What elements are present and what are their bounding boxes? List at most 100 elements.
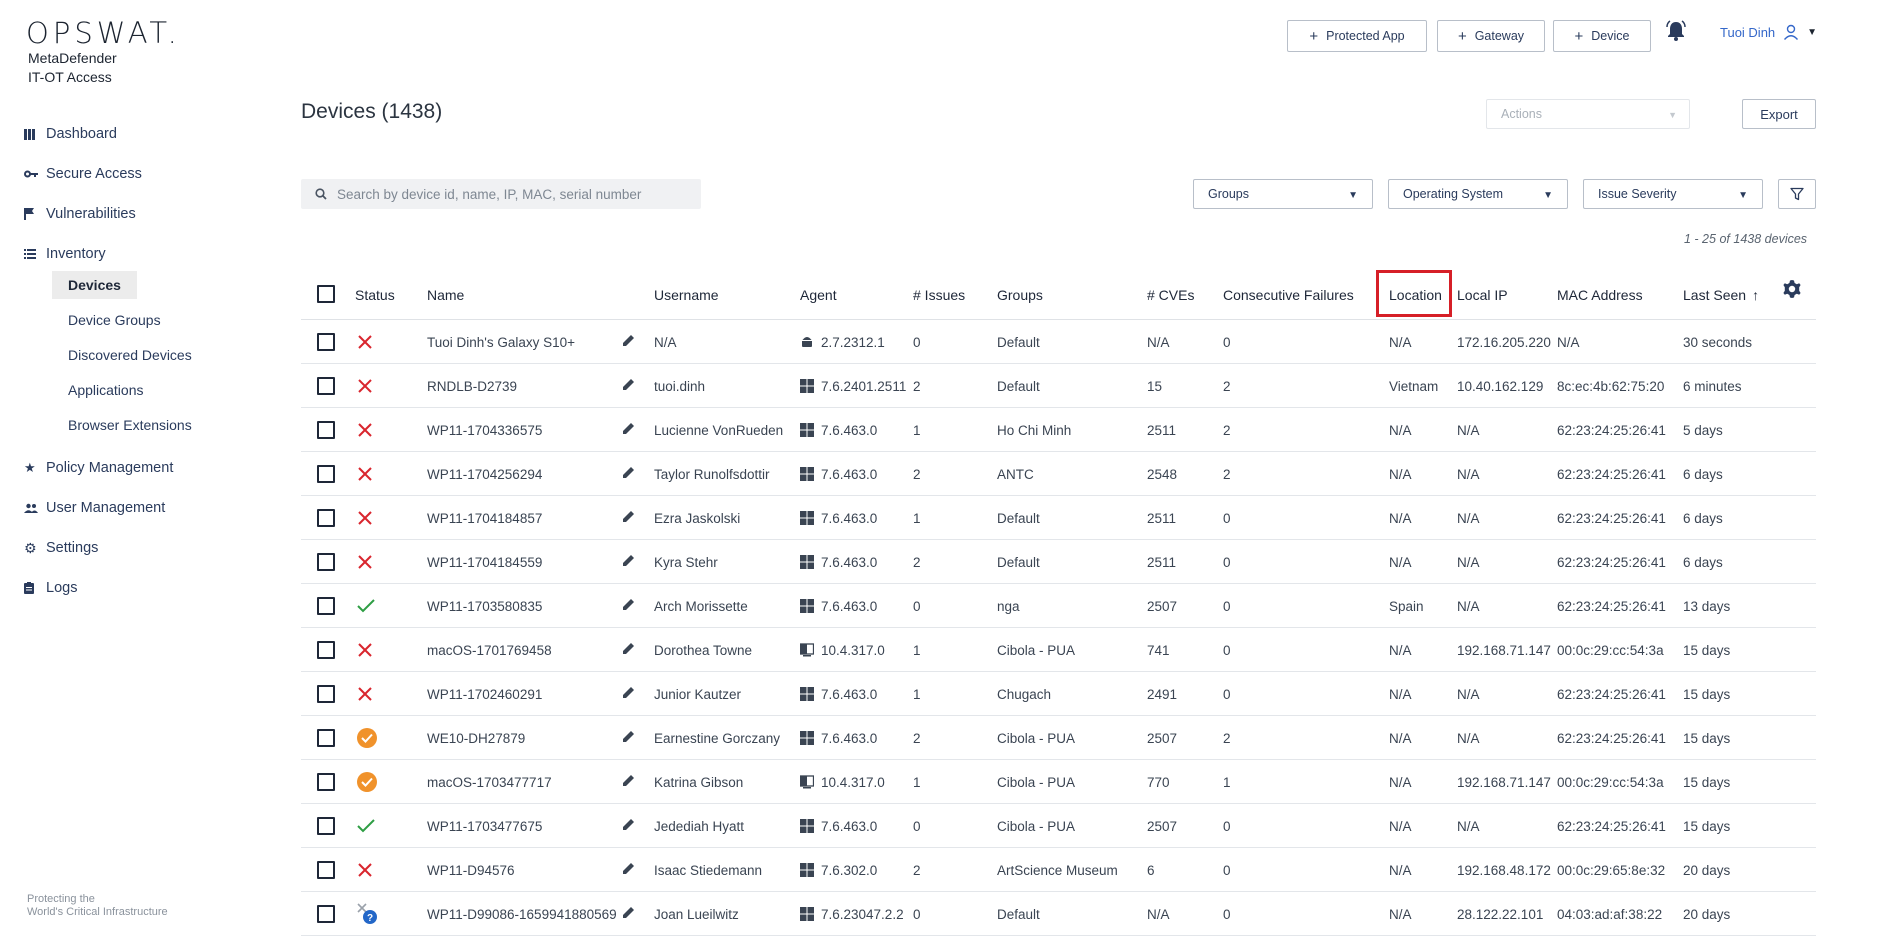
table-row[interactable]: WE10-DH27879 Earnestine Gorczany 7.6.463.0… xyxy=(301,716,1816,760)
edit-pencil-icon[interactable] xyxy=(622,774,636,788)
device-name[interactable]: WP11-D94576 xyxy=(427,848,627,892)
column-header-mac-address[interactable]: MAC Address xyxy=(1557,270,1643,320)
agent-version-text: 7.6.463.0 xyxy=(821,686,878,702)
sidebar-item-browser-extensions[interactable]: Browser Extensions xyxy=(52,411,208,439)
row-checkbox[interactable] xyxy=(317,377,335,395)
add-gateway-button[interactable]: + Gateway xyxy=(1437,20,1545,52)
nav-item-dashboard[interactable]: Dashboard xyxy=(24,122,117,146)
device-name[interactable]: macOS-1703477717 xyxy=(427,760,627,804)
device-name[interactable]: WP11-1704256294 xyxy=(427,452,627,496)
select-all-checkbox[interactable] xyxy=(317,285,335,303)
nav-item-secure-access[interactable]: Secure Access xyxy=(24,162,142,186)
groups-filter-dropdown[interactable]: Groups ▼ xyxy=(1193,179,1373,209)
nav-item-vulnerabilities[interactable]: Vulnerabilities xyxy=(24,202,136,226)
device-name[interactable]: WP11-1704184559 xyxy=(427,540,627,584)
row-checkbox[interactable] xyxy=(317,553,335,571)
device-name[interactable]: WP11-1704336575 xyxy=(427,408,627,452)
actions-dropdown[interactable]: Actions ▼ xyxy=(1486,99,1690,129)
issue-severity-filter-dropdown[interactable]: Issue Severity ▼ xyxy=(1583,179,1763,209)
row-checkbox[interactable] xyxy=(317,905,335,923)
edit-pencil-icon[interactable] xyxy=(622,818,636,832)
column-header-last-seen[interactable]: Last Seen ↑ xyxy=(1683,270,1759,320)
device-name[interactable]: RNDLB-D2739 xyxy=(427,364,627,408)
groups: Default xyxy=(997,906,1040,922)
add-device-button[interactable]: + Device xyxy=(1553,20,1651,52)
row-checkbox[interactable] xyxy=(317,333,335,351)
device-name[interactable]: WP11-1704184857 xyxy=(427,496,627,540)
edit-pencil-icon[interactable] xyxy=(622,554,636,568)
table-row[interactable]: macOS-1701769458 Dorothea Towne 10.4.317.0… xyxy=(301,628,1816,672)
edit-pencil-icon[interactable] xyxy=(622,466,636,480)
device-name[interactable]: WE10-DH27879 xyxy=(427,716,627,760)
sidebar-item-discovered-devices[interactable]: Discovered Devices xyxy=(52,341,208,369)
add-protected-app-button[interactable]: + Protected App xyxy=(1287,20,1427,52)
advanced-filter-button[interactable] xyxy=(1778,179,1816,209)
sidebar-item-devices[interactable]: Devices xyxy=(52,271,137,299)
column-header-groups[interactable]: Groups xyxy=(997,270,1043,320)
mac-address: 62:23:24:25:26:41 xyxy=(1557,510,1666,526)
edit-pencil-icon[interactable] xyxy=(622,686,636,700)
column-header-local-ip[interactable]: Local IP xyxy=(1457,270,1508,320)
edit-pencil-icon[interactable] xyxy=(622,862,636,876)
device-name[interactable]: WP11-1702460291 xyxy=(427,672,627,716)
column-header-cves[interactable]: # CVEs xyxy=(1147,270,1194,320)
notification-bell-icon[interactable] xyxy=(1665,20,1689,44)
edit-pencil-icon[interactable] xyxy=(622,334,636,348)
device-name[interactable]: macOS-1701769458 xyxy=(427,628,627,672)
table-row[interactable]: WP11-1703477675 Jedediah Hyatt 7.6.463.0 0 C… xyxy=(301,804,1816,848)
nav-item-settings[interactable]: ⚙ Settings xyxy=(24,536,98,560)
operating-system-filter-dropdown[interactable]: Operating System ▼ xyxy=(1388,179,1568,209)
column-header-status[interactable]: Status xyxy=(355,270,395,320)
row-checkbox[interactable] xyxy=(317,597,335,615)
table-row[interactable]: WP11-1704256294 Taylor Runolfsdottir 7.6.4… xyxy=(301,452,1816,496)
edit-pencil-icon[interactable] xyxy=(622,510,636,524)
nav-item-policy-management[interactable]: ★ Policy Management xyxy=(24,456,173,480)
row-checkbox[interactable] xyxy=(317,509,335,527)
column-header-agent[interactable]: Agent xyxy=(800,270,837,320)
nav-item-user-management[interactable]: User Management xyxy=(24,496,165,520)
sidebar-item-applications[interactable]: Applications xyxy=(52,376,160,404)
device-name[interactable]: Tuoi Dinh's Galaxy S10+ xyxy=(427,320,627,364)
row-checkbox[interactable] xyxy=(317,465,335,483)
device-name[interactable]: WP11-1703580835 xyxy=(427,584,627,628)
column-header-name[interactable]: Name xyxy=(427,270,464,320)
row-checkbox[interactable] xyxy=(317,685,335,703)
column-header-username[interactable]: Username xyxy=(654,270,719,320)
device-name[interactable]: WP11-D99086-1659941880569 xyxy=(427,892,627,936)
user-menu[interactable]: Tuoi Dinh ▼ xyxy=(1720,24,1817,40)
row-checkbox[interactable] xyxy=(317,773,335,791)
row-checkbox[interactable] xyxy=(317,817,335,835)
table-row[interactable]: WP11-1704184857 Ezra Jaskolski 7.6.463.0 1 D… xyxy=(301,496,1816,540)
opswat-logo[interactable]: OPSWAT. xyxy=(26,16,181,50)
device-name[interactable]: WP11-1703477675 xyxy=(427,804,627,848)
table-row[interactable]: WP11-1704336575 Lucienne VonRueden 7.6.463… xyxy=(301,408,1816,452)
edit-pencil-icon[interactable] xyxy=(622,642,636,656)
row-checkbox[interactable] xyxy=(317,861,335,879)
export-button[interactable]: Export xyxy=(1742,99,1816,129)
table-row[interactable]: RNDLB-D2739 tuoi.dinh 7.6.2401.2511 2 Defaul… xyxy=(301,364,1816,408)
row-checkbox[interactable] xyxy=(317,421,335,439)
table-row[interactable]: WP11-1702460291 Junior Kautzer 7.6.463.0 1 C… xyxy=(301,672,1816,716)
table-row[interactable]: Tuoi Dinh's Galaxy S10+ N/A 2.7.2312.1 0 Def… xyxy=(301,320,1816,364)
table-row[interactable]: WP11-D94576 Isaac Stiedemann 7.6.302.0 2 Art… xyxy=(301,848,1816,892)
table-row[interactable]: WP11-1703580835 Arch Morissette 7.6.463.0 0… xyxy=(301,584,1816,628)
search-box[interactable] xyxy=(301,179,701,209)
column-header-consecutive-failures[interactable]: Consecutive Failures xyxy=(1223,270,1354,320)
edit-pencil-icon[interactable] xyxy=(622,598,636,612)
edit-pencil-icon[interactable] xyxy=(622,906,636,920)
edit-pencil-icon[interactable] xyxy=(622,378,636,392)
row-checkbox[interactable] xyxy=(317,641,335,659)
nav-item-logs[interactable]: Logs xyxy=(24,576,77,600)
nav-item-inventory[interactable]: Inventory xyxy=(24,242,106,266)
table-row[interactable]: macOS-1703477717 Katrina Gibson 10.4.317.0… xyxy=(301,760,1816,804)
column-settings-gear-icon[interactable] xyxy=(1782,279,1802,299)
column-header-issues[interactable]: # Issues xyxy=(913,270,965,320)
agent-version-text: 7.6.302.0 xyxy=(821,862,878,878)
edit-pencil-icon[interactable] xyxy=(622,730,636,744)
search-input[interactable] xyxy=(337,186,677,202)
edit-pencil-icon[interactable] xyxy=(622,422,636,436)
row-checkbox[interactable] xyxy=(317,729,335,747)
table-row[interactable]: ? WP11-D99086-1659941880569 Joan Lueilwitz… xyxy=(301,892,1816,936)
sidebar-item-device-groups[interactable]: Device Groups xyxy=(52,306,177,334)
table-row[interactable]: WP11-1704184559 Kyra Stehr 7.6.463.0 2 Defau… xyxy=(301,540,1816,584)
